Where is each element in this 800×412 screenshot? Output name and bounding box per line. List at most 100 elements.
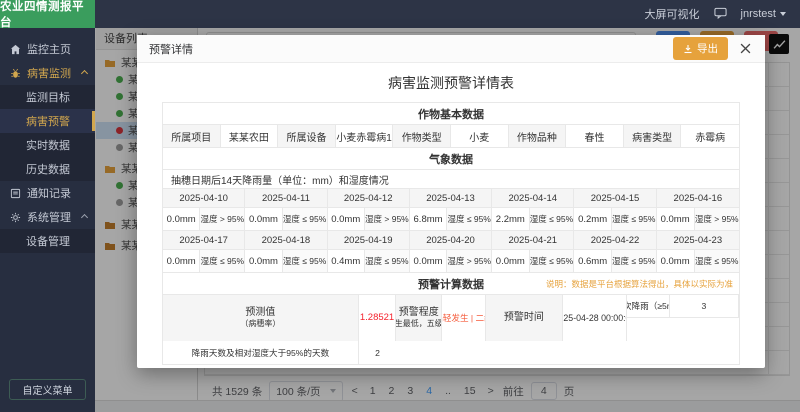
calc-note: 说明：数据是平台根据算法得出，具体以实际为准 [546,278,733,290]
message-icon[interactable] [714,7,727,22]
rain-value: 0.0mm [492,250,529,272]
crop-data-row: 所属项目 某某农田 所属设备 小麦赤霉病1 作物类型 小麦 作物品种 春性 病害… [163,125,739,148]
sidebar: 监控主页 病害监测 监测目标 病害预警 实时数据 历史数据 通知记录 系统管理 [0,28,95,412]
cell-label: 作物类型 [393,125,451,147]
calc-grid: 抽穗日期与抽穗后初次降雨（≥5mm）日期间隔的天数 3 预测值 （病穗率） 1.… [163,295,739,364]
close-icon [740,43,751,54]
rain-value: 0.6mm [574,250,611,272]
rain-value: 0.0mm [245,250,282,272]
bug-icon [10,68,21,79]
sidebar-item-monitor-target[interactable]: 监测目标 [0,85,95,109]
username: jnrstest [741,8,776,20]
chevron-down-icon [780,12,786,16]
week1-data-row: 0.0mm湿度 > 95% 0.0mm湿度 ≤ 95% 0.0mm湿度 > 95… [163,208,739,231]
humidity-value: 湿度 ≤ 95% [695,250,739,272]
cell-label: 病害类型 [624,125,682,147]
app-root: 农业四情测报平台 大屏可视化 jnrstest 监控主页 病害监测 监测目标 [0,0,800,412]
humidity-value: 湿度 ≤ 95% [612,208,656,230]
cell-value: 小麦赤霉病1 [336,125,394,147]
calc-row2-value: 2 [359,341,396,364]
week1-date-row: 2025-04-10 2025-04-11 2025-04-12 2025-04… [163,189,739,208]
predict-value: 1.28521 [359,295,396,341]
close-button[interactable] [738,41,753,56]
week2-data-row: 0.0mm湿度 ≤ 95% 0.0mm湿度 ≤ 95% 0.4mm湿度 ≤ 95… [163,250,739,273]
cell-value: 赤霉病 [681,125,739,147]
rain-value: 0.0mm [657,250,695,272]
cell-value: 小麦 [451,125,509,147]
level-label: 预警程度 （不发生最低，五级最高） [396,295,442,341]
user-menu[interactable]: jnrstest [741,8,786,20]
calc-row1-label: 抽穗日期与抽穗后初次降雨（≥5mm）日期间隔的天数 [627,295,670,318]
humidity-value: 湿度 ≤ 95% [530,208,574,230]
weather-description: 抽穗日期后14天降雨量（单位：mm）和湿度情况 [163,170,739,189]
cell-value: 春性 [566,125,624,147]
cell-label: 所属项目 [163,125,221,147]
calc-row1-value: 3 [670,295,739,318]
level-value: 偏轻发生 | 二级 [442,295,485,341]
document-icon [10,188,21,199]
sidebar-item-history-data[interactable]: 历史数据 [0,157,95,181]
warning-detail-modal: 预警详情 导出 病害监测预警详情表 作物基本数据 所属项目 某某农田 所属设备 … [137,35,765,368]
humidity-value: 湿度 ≤ 95% [283,250,327,272]
predict-label: 预测值 （病穗率） [163,295,359,341]
humidity-value: 湿度 > 95% [365,208,409,230]
date-cell: 2025-04-20 [410,231,492,249]
crop-section-header: 作物基本数据 [163,103,739,125]
topbar-right: 大屏可视化 jnrstest [645,6,800,22]
modal-header: 预警详情 导出 [137,35,765,63]
topbar: 农业四情测报平台 大屏可视化 jnrstest [0,0,800,28]
humidity-value: 湿度 ≤ 95% [283,208,327,230]
chevron-up-icon [81,69,88,76]
detail-table: 作物基本数据 所属项目 某某农田 所属设备 小麦赤霉病1 作物类型 小麦 作物品… [162,102,740,365]
date-cell: 2025-04-22 [574,231,656,249]
weather-section-header: 气象数据 [163,148,739,170]
humidity-value: 湿度 ≤ 95% [612,250,656,272]
date-cell: 2025-04-13 [410,189,492,207]
rain-value: 0.0mm [245,208,282,230]
download-icon [683,44,693,54]
sidebar-item-device-manage[interactable]: 设备管理 [0,229,95,253]
week2-date-row: 2025-04-17 2025-04-18 2025-04-19 2025-04… [163,231,739,250]
calc-row2-label: 降雨天数及相对湿度大于95%的天数 [163,341,359,364]
time-label: 预警时间 [486,295,564,341]
home-icon [10,44,21,55]
rain-value: 0.0mm [163,208,200,230]
cell-label: 作物品种 [509,125,567,147]
visualization-link[interactable]: 大屏可视化 [645,6,700,22]
date-cell: 2025-04-19 [328,231,410,249]
sidebar-item-disease-monitor[interactable]: 病害监测 [0,61,95,85]
rain-value: 0.4mm [328,250,365,272]
sidebar-item-disease-warning[interactable]: 病害预警 [0,109,95,133]
date-cell: 2025-04-18 [245,231,327,249]
humidity-value: 湿度 ≤ 95% [200,250,244,272]
date-cell: 2025-04-11 [245,189,327,207]
calc-section-header: 预警计算数据 说明：数据是平台根据算法得出，具体以实际为准 [163,273,739,295]
rain-value: 2.2mm [492,208,529,230]
date-cell: 2025-04-14 [492,189,574,207]
date-cell: 2025-04-16 [657,189,739,207]
rain-value: 0.0mm [410,250,447,272]
custom-menu-button[interactable]: 自定义菜单 [9,379,86,400]
humidity-value: 湿度 > 95% [695,208,739,230]
sheet-title: 病害监测预警详情表 [137,73,765,93]
sidebar-item-system-manage[interactable]: 系统管理 [0,205,95,229]
sidebar-item-notify-record[interactable]: 通知记录 [0,181,95,205]
rain-value: 0.2mm [574,208,611,230]
cell-value: 某某农田 [221,125,279,147]
gear-icon [10,212,21,223]
humidity-value: 湿度 ≤ 95% [365,250,409,272]
sidebar-item-home[interactable]: 监控主页 [0,37,95,61]
date-cell: 2025-04-23 [657,231,739,249]
humidity-value: 湿度 > 95% [447,250,491,272]
date-cell: 2025-04-10 [163,189,245,207]
date-cell: 2025-04-21 [492,231,574,249]
date-cell: 2025-04-15 [574,189,656,207]
chevron-up-icon [81,213,88,220]
app-logo: 农业四情测报平台 [0,0,95,28]
time-value: 2025-04-28 00:00:00 [563,295,626,341]
modal-title: 预警详情 [149,41,193,57]
date-cell: 2025-04-12 [328,189,410,207]
humidity-value: 湿度 ≤ 95% [530,250,574,272]
sidebar-item-realtime-data[interactable]: 实时数据 [0,133,95,157]
export-button[interactable]: 导出 [673,37,728,60]
